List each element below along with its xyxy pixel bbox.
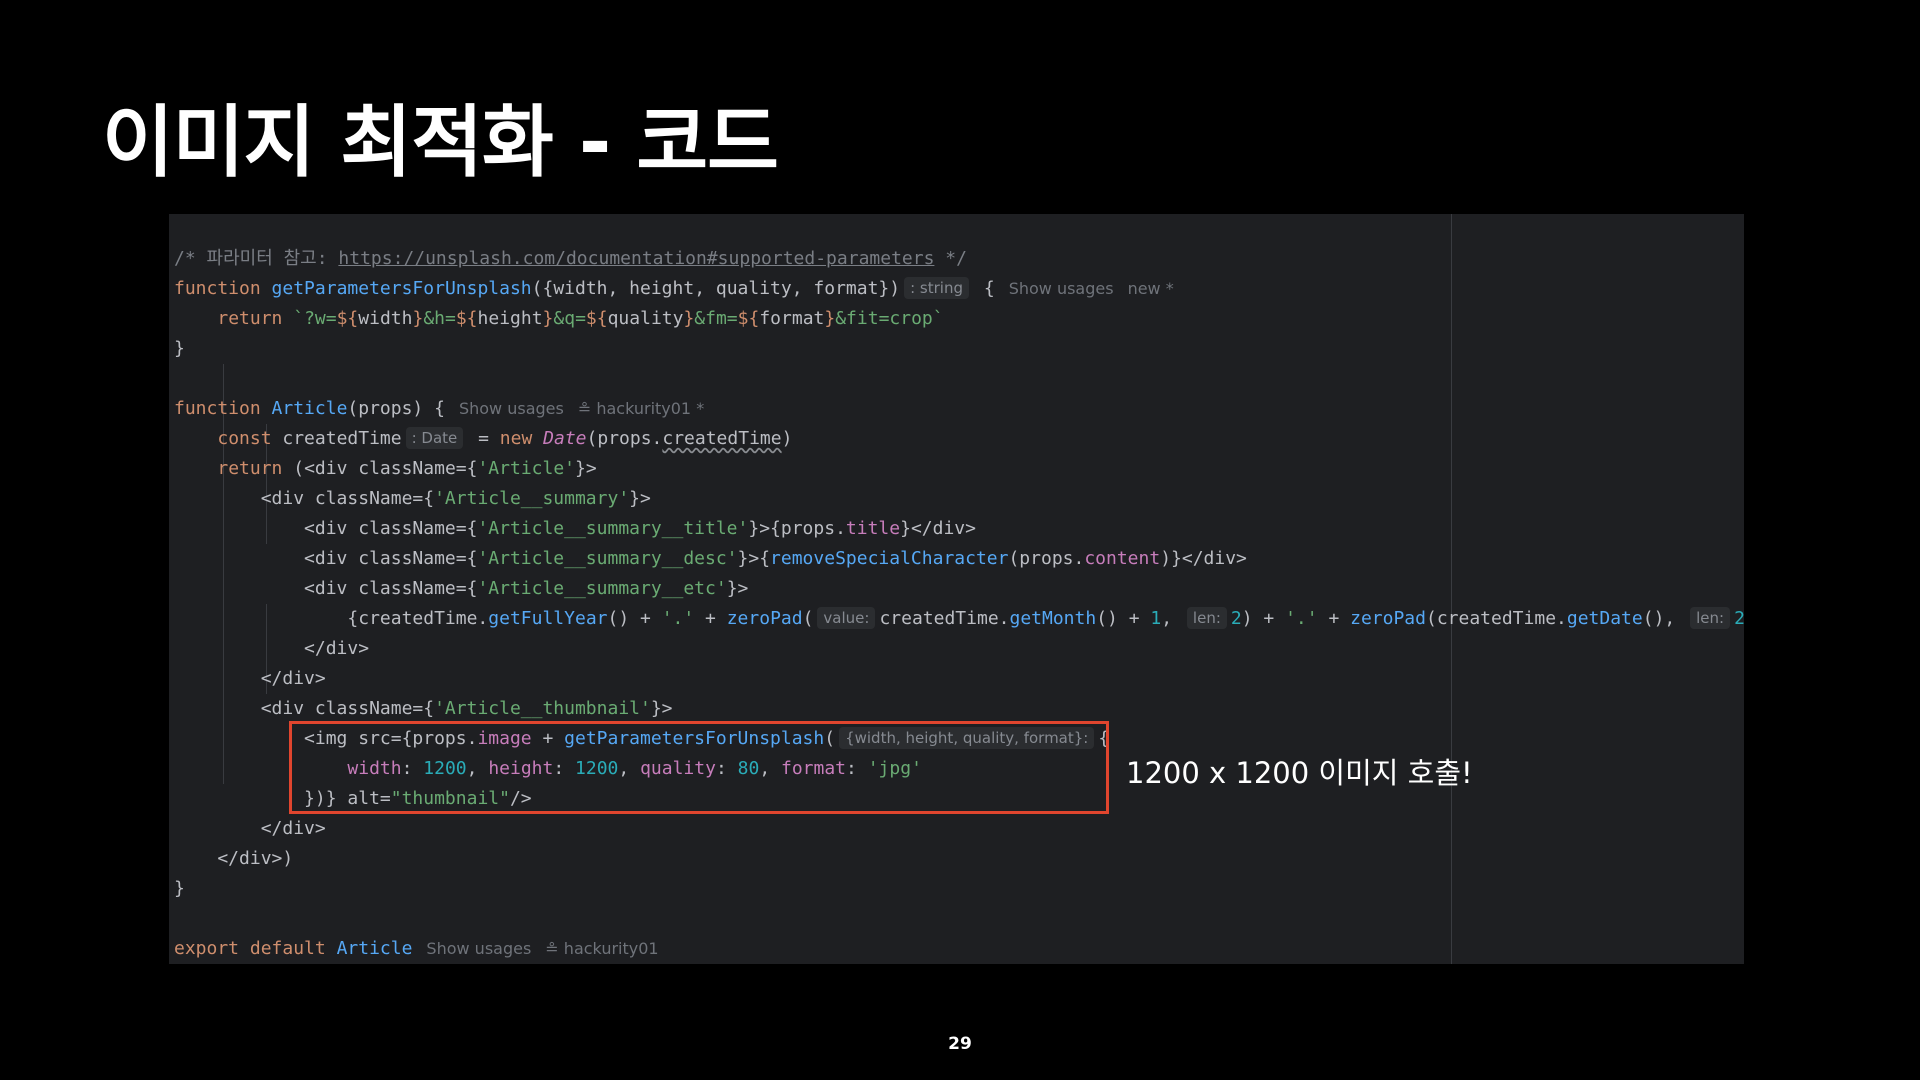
code-line: return `?w=${width}&h=${height}&q=${qual… (217, 308, 944, 329)
highlight-box (289, 721, 1109, 814)
code-block: /* 파라미터 참고: https://unsplash.com/documen… (174, 244, 1744, 964)
show-usages-link[interactable]: Show usages (459, 399, 564, 418)
code-line: </div> (174, 668, 326, 689)
code-line: <div className={'Article__thumbnail'}> (174, 698, 673, 719)
show-usages-link[interactable]: Show usages (1009, 279, 1114, 298)
author-lens: ≗ hackurity01 (545, 939, 659, 958)
code-line: <div className={'Article__summary__desc'… (174, 548, 1247, 569)
callout-text: 1200 x 1200 이미지 호출! (1126, 756, 1473, 790)
code-line: /* 파라미터 참고: https://unsplash.com/documen… (174, 248, 967, 269)
code-line: return (<div className={'Article'}> (217, 458, 597, 479)
code-line: <div className={'Article__summary__title… (174, 518, 976, 539)
documentation-link[interactable]: https://unsplash.com/documentation#suppo… (338, 248, 934, 269)
code-line: } (174, 338, 185, 359)
user-icon: ≗ (577, 399, 592, 418)
user-icon: ≗ (545, 939, 559, 958)
code-line: {createdTime.getFullYear() + '.' + zeroP… (174, 607, 1744, 629)
code-line: function Article(props) {Show usages ≗ ha… (174, 398, 705, 419)
code-line: function getParametersForUnsplash({width… (174, 277, 1174, 299)
param-hint: value: (817, 607, 876, 629)
param-hint: len: (1690, 607, 1731, 629)
type-hint: : Date (405, 427, 464, 449)
code-line: export default Article Show usages ≗ hacku… (174, 938, 659, 959)
author-lens: ≗ hackurity01 * (577, 399, 705, 418)
show-usages-link[interactable]: Show usages (426, 939, 531, 958)
param-hint: len: (1186, 607, 1227, 629)
code-line: </div> (174, 818, 326, 839)
type-hint: : string (904, 277, 969, 299)
code-line: </div>) (174, 848, 294, 869)
code-line: <div className={'Article__summary'}> (174, 488, 651, 509)
code-editor[interactable]: /* 파라미터 참고: https://unsplash.com/documen… (169, 214, 1744, 964)
code-line: <div className={'Article__summary__etc'}… (174, 578, 749, 599)
code-line: </div> (174, 638, 370, 659)
new-marker: new * (1127, 279, 1174, 298)
code-line: } (174, 878, 185, 899)
code-line: const createdTime: Date = new Date(props… (217, 427, 793, 449)
slide-title: 이미지 최적화 - 코드 (102, 98, 779, 188)
page-number: 29 (948, 1034, 972, 1054)
